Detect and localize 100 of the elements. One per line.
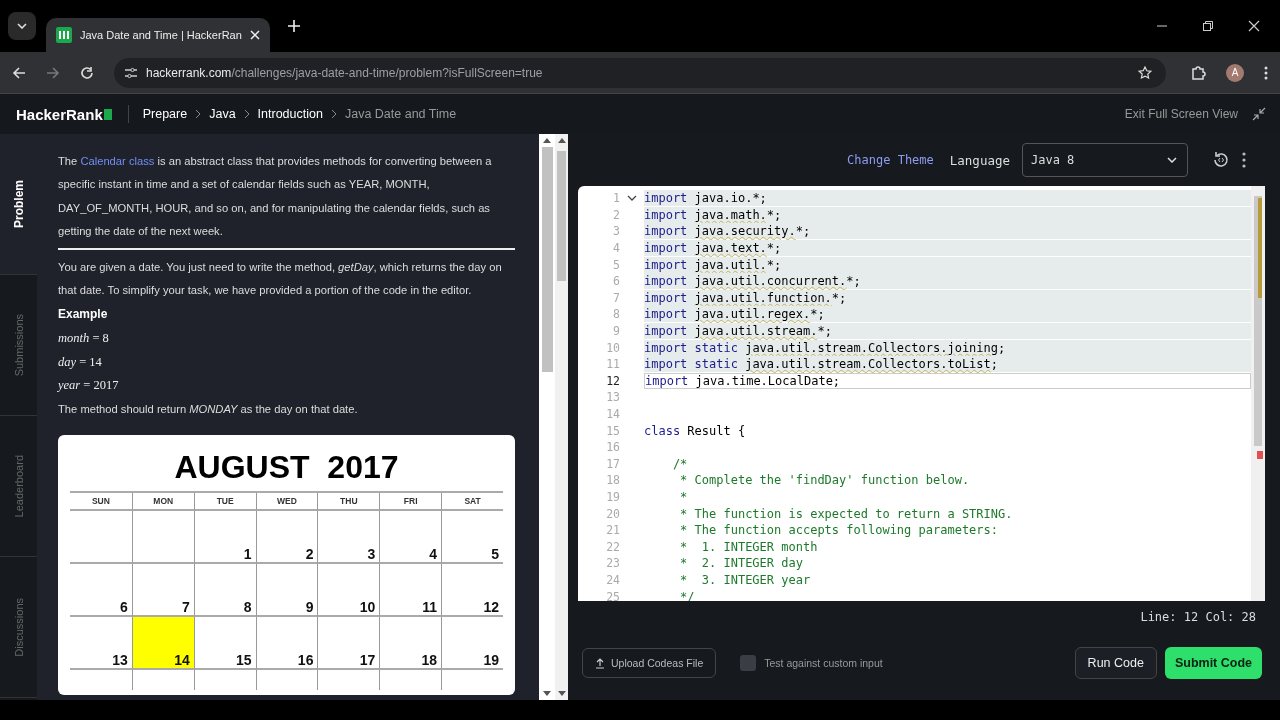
calendar-day: 2 bbox=[255, 511, 318, 565]
line-number: 21 bbox=[605, 523, 620, 538]
code-line: * Complete the 'findDay' function below. bbox=[679, 472, 971, 489]
submit-code-button[interactable]: Submit Code bbox=[1164, 647, 1262, 679]
checkbox[interactable] bbox=[740, 655, 757, 671]
code-line: */ bbox=[679, 588, 696, 601]
cursor-position: Line: 12 Col: 28 bbox=[1140, 610, 1256, 624]
calendar-day: 15 bbox=[193, 617, 256, 671]
breadcrumb-link[interactable]: Prepare bbox=[142, 107, 188, 121]
calendar-day: 17 bbox=[317, 617, 380, 671]
scrollbar[interactable] bbox=[1251, 186, 1265, 601]
site-settings-icon[interactable] bbox=[124, 65, 138, 80]
paragraph: You are given a date. You just need to write the method, getDay, which returns the day on that date. To simplify your task, we have provided a portion of the code in the editor. bbox=[58, 259, 503, 299]
line-number: 14 bbox=[605, 407, 620, 421]
code-line: * The function is expected to return a STRING. bbox=[679, 505, 1014, 522]
extensions-icon[interactable] bbox=[1190, 64, 1206, 81]
upload-file-button[interactable]: Upload Codeas File bbox=[582, 648, 717, 678]
weekday-label: SAT bbox=[441, 493, 503, 512]
calendar-day: 3 bbox=[317, 511, 380, 565]
reload-icon[interactable] bbox=[80, 65, 94, 80]
line-number: 24 bbox=[605, 572, 620, 587]
chevron-right-icon bbox=[243, 109, 250, 119]
code-line: * 2. INTEGER day bbox=[679, 555, 804, 572]
calendar-day: 11 bbox=[379, 564, 442, 618]
weekday-label: SUN bbox=[70, 493, 132, 512]
back-icon[interactable] bbox=[12, 65, 26, 80]
collapse-icon[interactable] bbox=[1252, 107, 1266, 121]
chevron-right-icon bbox=[195, 109, 202, 119]
run-code-button[interactable]: Run Code bbox=[1074, 647, 1157, 679]
weekday-label: WED bbox=[255, 493, 318, 512]
menu-icon[interactable] bbox=[1264, 65, 1268, 80]
line-number: 17 bbox=[605, 456, 620, 471]
line-number: 23 bbox=[605, 556, 620, 571]
line-number: 19 bbox=[605, 490, 620, 504]
calendar-class-link[interactable]: Calendar class bbox=[80, 155, 155, 167]
calendar-day: 14 bbox=[131, 617, 194, 671]
calendar-day: 18 bbox=[379, 617, 442, 671]
weekday-label: THU bbox=[317, 493, 380, 512]
exit-full-screen-link[interactable]: Exit Full Screen View bbox=[1124, 107, 1238, 121]
line-number: 3 bbox=[612, 224, 620, 239]
scrollbar[interactable] bbox=[539, 134, 555, 700]
line-number: 7 bbox=[612, 290, 620, 305]
code-line: /* bbox=[671, 455, 689, 472]
new-tab-icon[interactable] bbox=[287, 20, 300, 32]
line-number: 16 bbox=[605, 440, 620, 455]
weekday-label: FRI bbox=[379, 493, 442, 512]
star-icon[interactable] bbox=[1138, 65, 1152, 80]
line-number: 2 bbox=[612, 207, 620, 222]
code-line: * 1. INTEGER month bbox=[679, 538, 819, 555]
weekday-label: TUE bbox=[193, 493, 256, 512]
history-icon[interactable] bbox=[1212, 151, 1230, 169]
logo[interactable]: HackerRank bbox=[16, 105, 103, 123]
calendar-day: 6 bbox=[70, 564, 132, 618]
calendar-day: 10 bbox=[317, 564, 380, 618]
line-number: 8 bbox=[612, 307, 620, 322]
browser-tab[interactable]: Java Date and Time | HackerRan bbox=[46, 18, 270, 52]
line-number: 12 bbox=[605, 373, 620, 388]
calendar-day: 16 bbox=[255, 617, 318, 671]
calendar-day: 9 bbox=[255, 564, 318, 618]
calendar-day: 12 bbox=[441, 564, 503, 618]
checkbox-label: Test against custom input bbox=[764, 657, 883, 669]
chevron-right-icon bbox=[330, 109, 337, 119]
upload-icon bbox=[595, 657, 605, 669]
code-line: * The function accepts following parameters: bbox=[679, 522, 999, 539]
address-bar[interactable]: hackerrank.com/challenges/java-date-and-time/problem?isFullScreen=true bbox=[114, 57, 1166, 88]
math-line: day = 14 bbox=[58, 353, 103, 371]
language-select[interactable]: Java 8 bbox=[1022, 143, 1188, 177]
line-number: 13 bbox=[605, 390, 620, 405]
url-text: hackerrank.com/challenges/java-date-and-time/problem?isFullScreen=true bbox=[146, 65, 543, 80]
calendar-day: 8 bbox=[193, 564, 256, 618]
line-number: 15 bbox=[605, 423, 620, 438]
breadcrumb-link[interactable]: Java bbox=[209, 107, 236, 121]
restore-icon[interactable] bbox=[1202, 20, 1214, 32]
line-number: 1 bbox=[612, 191, 620, 206]
change-theme-link[interactable]: Change Theme bbox=[847, 153, 934, 167]
line-number: 11 bbox=[605, 357, 620, 372]
line-number: 18 bbox=[605, 473, 620, 488]
more-icon[interactable] bbox=[1242, 152, 1246, 168]
profile-avatar[interactable]: A bbox=[1226, 63, 1244, 82]
example-heading: Example bbox=[58, 307, 109, 322]
line-number: 20 bbox=[605, 506, 620, 521]
code-line: class Result { bbox=[644, 422, 747, 439]
fold-icon[interactable] bbox=[627, 195, 637, 202]
logo-mark-icon bbox=[103, 108, 112, 120]
paragraph: The method should return MONDAY as the day on that date. bbox=[58, 401, 359, 417]
line-number: 5 bbox=[612, 257, 620, 272]
line-number: 9 bbox=[612, 324, 620, 339]
breadcrumb-link[interactable]: Introduction bbox=[257, 107, 323, 121]
code-editor[interactable] bbox=[578, 186, 1265, 601]
close-icon[interactable] bbox=[1248, 20, 1260, 32]
line-number: 4 bbox=[612, 241, 620, 256]
scrollbar[interactable] bbox=[555, 134, 568, 700]
forward-icon[interactable] bbox=[46, 65, 60, 80]
line-number: 25 bbox=[605, 589, 620, 601]
math-line: year = 2017 bbox=[58, 377, 120, 395]
line-number: 10 bbox=[605, 340, 620, 355]
site-favicon-icon bbox=[56, 27, 72, 43]
weekday-label: MON bbox=[131, 493, 194, 512]
side-tab[interactable]: Problem bbox=[0, 134, 37, 275]
tab-search-button[interactable] bbox=[8, 12, 36, 40]
